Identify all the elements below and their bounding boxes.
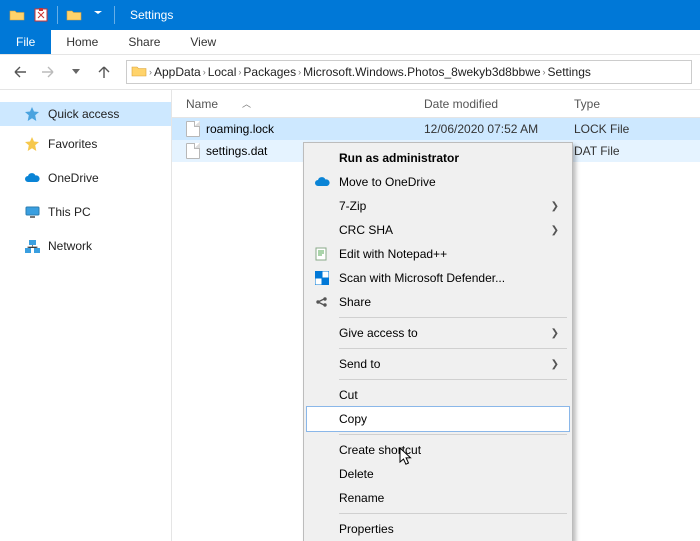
file-date: 12/06/2020 07:52 AM: [424, 122, 574, 136]
menu-delete[interactable]: Delete: [307, 462, 569, 486]
nav-toolbar: › AppData › Local › Packages › Microsoft…: [0, 55, 700, 90]
column-headers: Name ︿ Date modified Type: [172, 90, 700, 118]
notepad-icon: [314, 246, 330, 262]
menu-share[interactable]: Share: [307, 290, 569, 314]
chevron-right-icon: ❯: [551, 359, 559, 370]
cloud-icon: [314, 174, 330, 190]
file-row-selected[interactable]: roaming.lock 12/06/2020 07:52 AM LOCK Fi…: [172, 118, 700, 140]
window-title: Settings: [130, 8, 173, 22]
menu-separator: [339, 434, 567, 435]
star-icon: [24, 136, 40, 152]
menu-crc-sha[interactable]: CRC SHA ❯: [307, 218, 569, 242]
menu-separator: [339, 513, 567, 514]
column-type-header[interactable]: Type: [574, 97, 700, 111]
sidebar-item-label: Network: [48, 239, 92, 253]
menu-7zip[interactable]: 7-Zip ❯: [307, 194, 569, 218]
back-button[interactable]: [8, 60, 32, 84]
up-button[interactable]: [92, 60, 116, 84]
breadcrumb-segment[interactable]: Microsoft.Windows.Photos_8wekyb3d8bbwe: [303, 65, 540, 79]
chevron-right-icon[interactable]: ›: [203, 67, 206, 77]
menu-separator: [339, 348, 567, 349]
ribbon-tabs: File Home Share View: [0, 30, 700, 55]
menu-properties[interactable]: Properties: [307, 517, 569, 541]
chevron-right-icon[interactable]: ›: [149, 67, 152, 77]
chevron-right-icon: ❯: [551, 328, 559, 339]
menu-give-access-to[interactable]: Give access to ❯: [307, 321, 569, 345]
column-name-header[interactable]: Name ︿: [172, 97, 424, 111]
menu-scan-defender[interactable]: Scan with Microsoft Defender...: [307, 266, 569, 290]
shield-icon: [314, 270, 330, 286]
forward-button[interactable]: [36, 60, 60, 84]
quick-access-toolbar: [6, 4, 118, 26]
sidebar-item-onedrive[interactable]: OneDrive: [0, 166, 171, 190]
menu-copy[interactable]: Copy: [307, 407, 569, 431]
chevron-right-icon[interactable]: ›: [238, 67, 241, 77]
sidebar-item-quick-access[interactable]: Quick access: [0, 102, 171, 126]
folder-icon-2[interactable]: [63, 4, 85, 26]
chevron-right-icon: ❯: [551, 225, 559, 236]
navigation-pane: Quick access Favorites OneDrive This PC …: [0, 90, 172, 541]
share-icon: [314, 294, 330, 310]
recent-dropdown[interactable]: [64, 60, 88, 84]
sidebar-item-network[interactable]: Network: [0, 234, 171, 258]
breadcrumb-segment[interactable]: Settings: [548, 65, 591, 79]
network-icon: [24, 238, 40, 254]
sidebar-item-label: Quick access: [48, 107, 119, 121]
breadcrumb-segment[interactable]: Local: [208, 65, 237, 79]
monitor-icon: [24, 204, 40, 220]
breadcrumb-segment[interactable]: Packages: [243, 65, 296, 79]
menu-edit-notepadpp[interactable]: Edit with Notepad++: [307, 242, 569, 266]
file-tab[interactable]: File: [0, 30, 51, 54]
file-name: settings.dat: [206, 144, 267, 158]
address-bar[interactable]: › AppData › Local › Packages › Microsoft…: [126, 60, 692, 84]
home-tab[interactable]: Home: [51, 30, 113, 54]
menu-cut[interactable]: Cut: [307, 383, 569, 407]
properties-icon[interactable]: [30, 4, 52, 26]
menu-create-shortcut[interactable]: Create shortcut: [307, 438, 569, 462]
sort-indicator-icon: ︿: [242, 97, 251, 110]
file-icon: [186, 143, 200, 159]
chevron-right-icon[interactable]: ›: [298, 67, 301, 77]
file-list-pane: Name ︿ Date modified Type roaming.lock 1…: [172, 90, 700, 541]
separator: [57, 6, 58, 24]
sidebar-item-favorites[interactable]: Favorites: [0, 132, 171, 156]
cloud-icon: [24, 170, 40, 186]
qat-dropdown-icon[interactable]: [87, 4, 109, 26]
folder-icon: [131, 63, 147, 82]
separator: [114, 6, 115, 24]
menu-send-to[interactable]: Send to ❯: [307, 352, 569, 376]
sidebar-item-label: OneDrive: [48, 171, 99, 185]
sidebar-item-label: This PC: [48, 205, 91, 219]
file-type: LOCK File: [574, 122, 700, 136]
chevron-right-icon: ❯: [551, 201, 559, 212]
column-date-header[interactable]: Date modified: [424, 97, 574, 111]
sidebar-item-label: Favorites: [48, 137, 97, 151]
chevron-right-icon[interactable]: ›: [543, 67, 546, 77]
file-name: roaming.lock: [206, 122, 274, 136]
file-type: DAT File: [574, 144, 700, 158]
menu-rename[interactable]: Rename: [307, 486, 569, 510]
menu-separator: [339, 379, 567, 380]
share-tab[interactable]: Share: [113, 30, 175, 54]
context-menu: Run as administrator Move to OneDrive 7-…: [303, 142, 573, 541]
menu-separator: [339, 317, 567, 318]
star-icon: [24, 106, 40, 122]
view-tab[interactable]: View: [175, 30, 231, 54]
titlebar: Settings: [0, 0, 700, 30]
file-icon: [186, 121, 200, 137]
sidebar-item-this-pc[interactable]: This PC: [0, 200, 171, 224]
breadcrumb-segment[interactable]: AppData: [154, 65, 201, 79]
menu-run-as-admin[interactable]: Run as administrator: [307, 146, 569, 170]
folder-icon[interactable]: [6, 4, 28, 26]
menu-move-to-onedrive[interactable]: Move to OneDrive: [307, 170, 569, 194]
